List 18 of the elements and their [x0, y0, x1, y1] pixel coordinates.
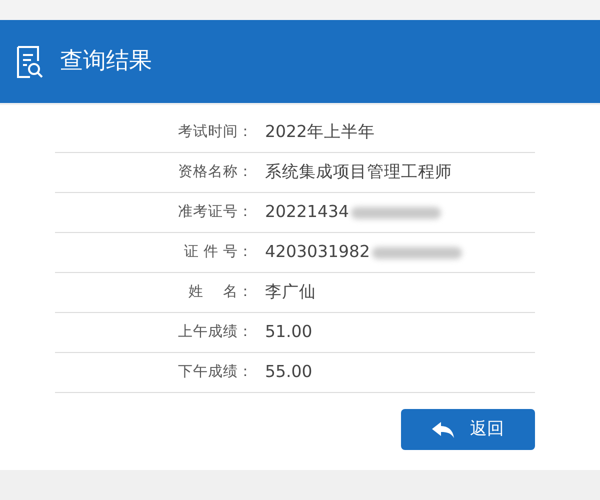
field-value: 2022年上半年: [265, 121, 375, 144]
field-value: 20221434: [265, 201, 349, 224]
field-label: 考试时间：: [177, 122, 254, 142]
field-label: 资格名称：: [177, 162, 254, 182]
page-title: 查询结果: [60, 47, 152, 76]
field-label: 准考证号：: [177, 202, 254, 222]
field-value: 55.00: [265, 361, 312, 384]
field-label: 下午成绩：: [177, 362, 254, 382]
field-value: 李广仙: [265, 281, 316, 304]
field-value: 51.00: [265, 321, 312, 344]
field-value: 系统集成项目管理工程师: [265, 161, 452, 184]
field-value: 4203031982: [265, 241, 370, 264]
reply-arrow-icon: [432, 422, 454, 438]
search-document-icon: [16, 44, 44, 78]
field-label: 证 件 号：: [182, 242, 254, 262]
field-label: 姓 名：: [187, 282, 254, 302]
field-label: 上午成绩：: [177, 322, 254, 342]
back-button[interactable]: 返回: [401, 409, 535, 450]
